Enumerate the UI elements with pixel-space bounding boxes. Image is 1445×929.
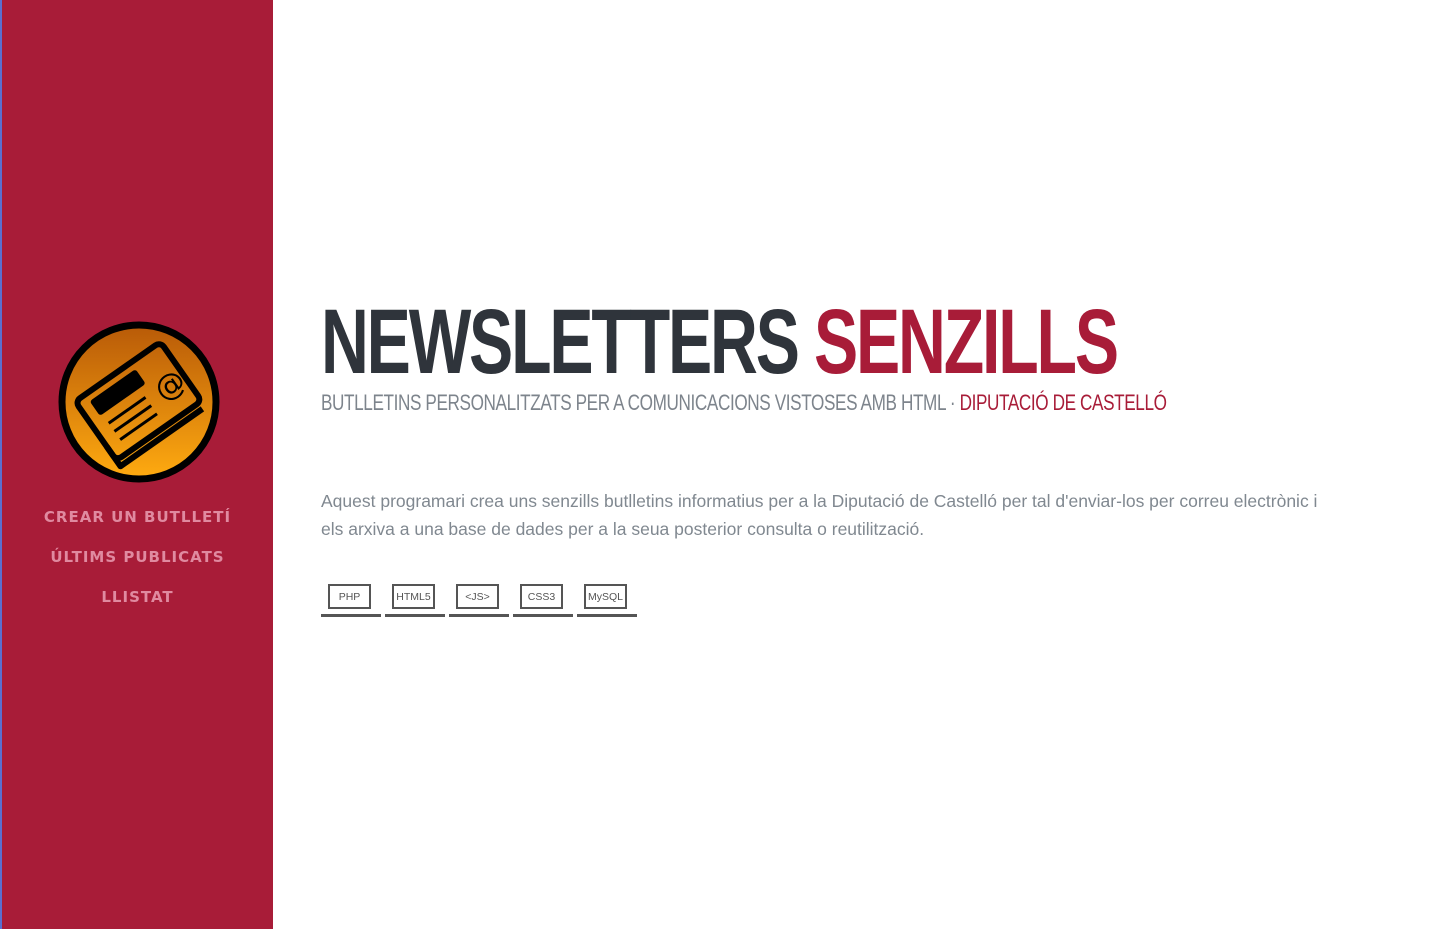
title-red: SENZILLS [813, 291, 1119, 393]
description: Aquest programari crea uns senzills butl… [321, 490, 1318, 539]
subtitle-main: BUTLLETINS PERSONALITZATS PER A COMUNICA… [321, 390, 956, 415]
laptop-icon: HTML5 [392, 584, 435, 609]
badge-html5: HTML5 [385, 584, 445, 620]
laptop-icon: PHP [328, 584, 371, 609]
badge-php: PHP [321, 584, 381, 620]
newsletter-logo-icon[interactable]: @ [57, 320, 221, 484]
page-subtitle: BUTLLETINS PERSONALITZATS PER A COMUNICA… [321, 390, 1167, 416]
sidebar-nav: CREAR UN BUTLLETÍ ÚLTIMS PUBLICATS LLIST… [2, 506, 273, 626]
sidebar: @ CREAR UN BUTLLETÍ ÚLTIMS PUBLICATS LLI… [0, 0, 273, 929]
laptop-icon: MySQL [584, 584, 627, 609]
nav-llistat[interactable]: LLISTAT [2, 586, 273, 626]
title-dark: NEWSLETTERS [321, 291, 800, 393]
laptop-icon: <JS> [456, 584, 499, 609]
page-title: NEWSLETTERS SENZILLS [321, 291, 1119, 393]
laptop-icon: CSS3 [520, 584, 563, 609]
nav-ultims-publicats[interactable]: ÚLTIMS PUBLICATS [2, 546, 273, 586]
badge-js: <JS> [449, 584, 509, 620]
badge-mysql: MySQL [577, 584, 637, 620]
badge-css3: CSS3 [513, 584, 573, 620]
subtitle-red: DIPUTACIÓ DE CASTELLÓ [959, 390, 1167, 415]
nav-crear-butlleti[interactable]: CREAR UN BUTLLETÍ [2, 506, 273, 546]
tech-badges: PHP HTML5 <JS> CSS3 MySQL [321, 584, 637, 620]
